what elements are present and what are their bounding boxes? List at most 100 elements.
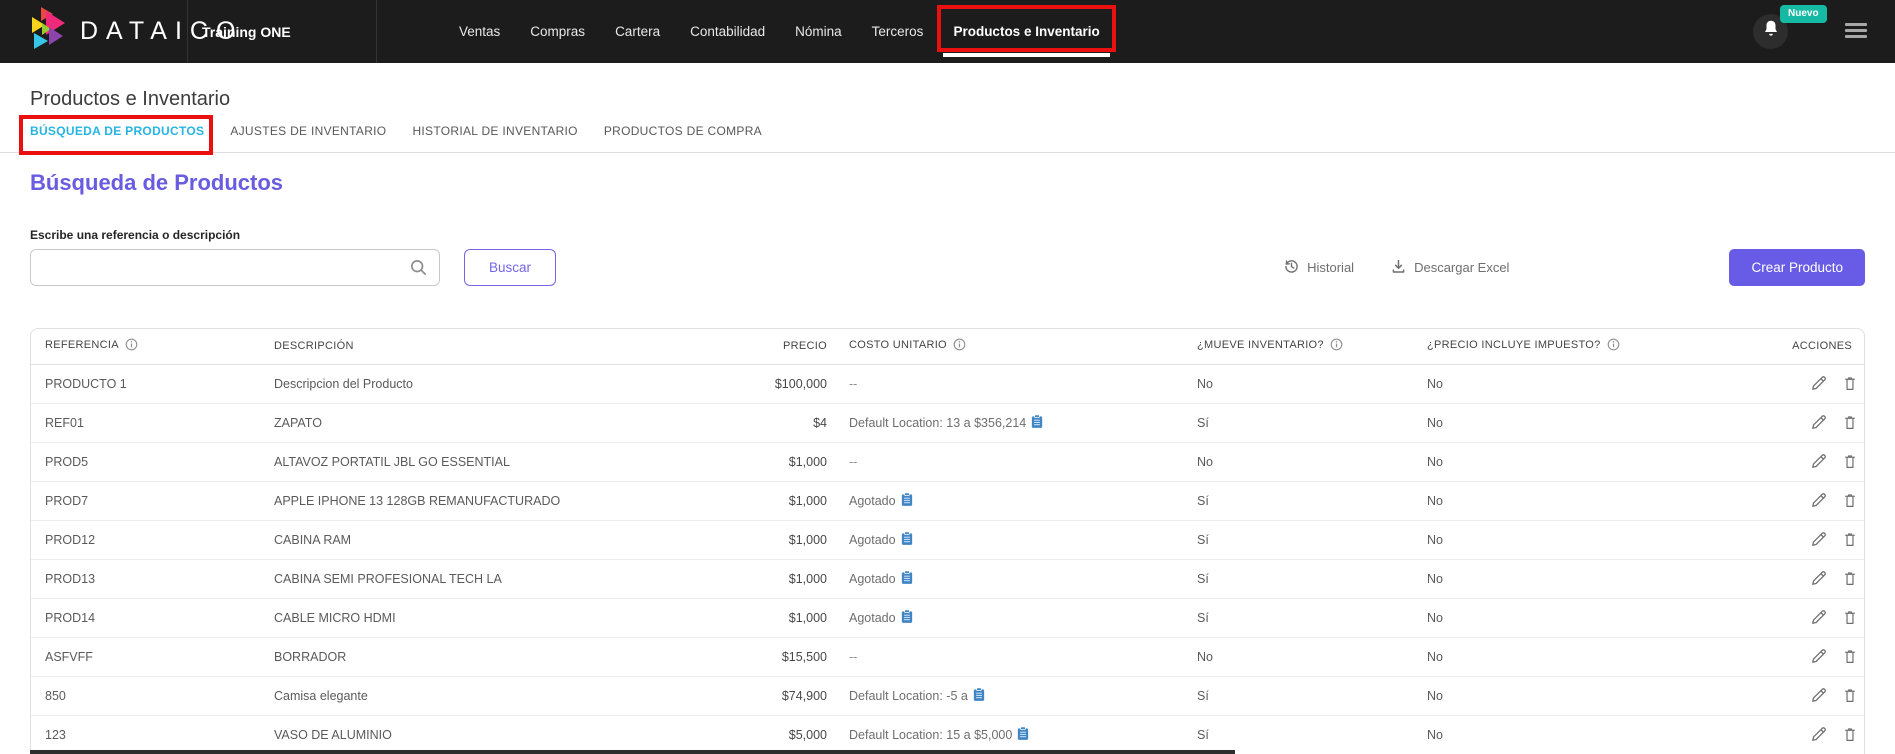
delete-icon[interactable] [1842, 492, 1858, 509]
active-nav-underline [943, 53, 1109, 57]
edit-icon[interactable] [1810, 375, 1827, 392]
cell-precio-incluye-impuesto: No [1421, 403, 1761, 442]
nav-item[interactable]: Compras [530, 20, 585, 43]
delete-icon[interactable] [1842, 453, 1858, 470]
cell-precio: $5,000 [726, 715, 841, 754]
tab-item[interactable]: HISTORIAL DE INVENTARIO [412, 124, 577, 139]
page-title: Productos e Inventario [30, 87, 1865, 111]
crear-producto-button[interactable]: Crear Producto [1729, 249, 1865, 286]
cell-mueve-inventario: No [1191, 442, 1421, 481]
section-heading: Búsqueda de Productos [30, 170, 1865, 196]
cell-descripcion: ALTAVOZ PORTATIL JBL GO ESSENTIAL [266, 442, 726, 481]
inventory-detail-icon[interactable] [1031, 414, 1043, 432]
delete-icon[interactable] [1842, 531, 1858, 548]
cell-costo-unitario: Default Location: -5 a [841, 676, 1191, 715]
nav-item[interactable]: Nómina [795, 20, 842, 43]
inventory-detail-icon[interactable] [901, 570, 913, 588]
tab-item[interactable]: AJUSTES DE INVENTARIO [230, 124, 386, 139]
table-row: ASFVFF BORRADOR $15,500 -- No No [31, 637, 1865, 676]
cell-precio-incluye-impuesto: No [1421, 520, 1761, 559]
nav-item[interactable]: Ventas [459, 20, 500, 43]
edit-icon[interactable] [1810, 531, 1827, 548]
info-icon[interactable] [125, 338, 138, 354]
delete-icon[interactable] [1842, 687, 1858, 704]
cell-descripcion: BORRADOR [266, 637, 726, 676]
buscar-button[interactable]: Buscar [464, 249, 556, 286]
menu-icon[interactable] [1845, 23, 1867, 42]
table-row: PROD12 CABINA RAM $1,000 Agotado Sí No [31, 520, 1865, 559]
inventory-detail-icon[interactable] [901, 492, 913, 510]
cell-referencia: PROD5 [31, 442, 266, 481]
cell-precio-incluye-impuesto: No [1421, 442, 1761, 481]
edit-icon[interactable] [1810, 492, 1827, 509]
nav-item[interactable]: Terceros [872, 20, 924, 43]
table-row: PRODUCTO 1 Descripcion del Producto $100… [31, 364, 1865, 403]
descargar-excel-link[interactable]: Descargar Excel [1390, 258, 1509, 278]
cell-mueve-inventario: Sí [1191, 598, 1421, 637]
search-icon [409, 258, 428, 282]
cell-referencia: PROD13 [31, 559, 266, 598]
nav-item-productos-inventario[interactable]: Productos e Inventario [953, 20, 1099, 43]
search-label: Escribe una referencia o descripción [30, 228, 1865, 242]
org-selector[interactable]: Training ONE [187, 0, 377, 63]
delete-icon[interactable] [1842, 648, 1858, 665]
cell-referencia: 850 [31, 676, 266, 715]
edit-icon[interactable] [1810, 648, 1827, 665]
delete-icon[interactable] [1842, 414, 1858, 431]
inventory-detail-icon[interactable] [1017, 726, 1029, 744]
info-icon[interactable] [1607, 338, 1620, 354]
cell-costo-unitario: Agotado [841, 559, 1191, 598]
tab-item[interactable]: PRODUCTOS DE COMPRA [604, 124, 762, 139]
cell-precio: $1,000 [726, 520, 841, 559]
edit-icon[interactable] [1810, 726, 1827, 743]
delete-icon[interactable] [1842, 570, 1858, 587]
edit-icon[interactable] [1810, 453, 1827, 470]
cell-acciones [1769, 443, 1858, 481]
brand-logo[interactable]: DATAICO [0, 0, 187, 63]
cell-acciones [1769, 521, 1858, 559]
nav-item[interactable]: Contabilidad [690, 20, 765, 43]
search-row: Buscar Historial [30, 249, 1865, 286]
inventory-detail-icon[interactable] [973, 687, 985, 705]
tabs-divider [0, 152, 1895, 153]
cell-costo-unitario: -- [841, 364, 1191, 403]
info-icon[interactable] [1330, 338, 1343, 354]
cell-acciones [1769, 560, 1858, 598]
historial-link[interactable]: Historial [1283, 258, 1354, 278]
cell-referencia: PROD14 [31, 598, 266, 637]
cell-mueve-inventario: Sí [1191, 559, 1421, 598]
cell-mueve-inventario: Sí [1191, 481, 1421, 520]
edit-icon[interactable] [1810, 570, 1827, 587]
cell-costo-unitario: Agotado [841, 520, 1191, 559]
inventory-detail-icon[interactable] [901, 609, 913, 627]
edit-icon[interactable] [1810, 687, 1827, 704]
cell-descripcion: CABINA RAM [266, 520, 726, 559]
cell-costo-unitario: -- [841, 637, 1191, 676]
page-content: Productos e Inventario BÚSQUEDA DE PRODU… [0, 87, 1895, 754]
delete-icon[interactable] [1842, 375, 1858, 392]
cell-costo-unitario: -- [841, 442, 1191, 481]
top-navbar: DATAICO Training ONE Ventas Compras Cart… [0, 0, 1895, 63]
tab-item[interactable]: BÚSQUEDA DE PRODUCTOS [30, 124, 204, 139]
inventory-detail-icon[interactable] [901, 531, 913, 549]
edit-icon[interactable] [1810, 414, 1827, 431]
cell-precio: $1,000 [726, 559, 841, 598]
search-input[interactable] [30, 249, 440, 286]
info-icon[interactable] [953, 338, 966, 354]
cell-acciones [1769, 599, 1858, 637]
edit-icon[interactable] [1810, 609, 1827, 626]
cell-precio: $1,000 [726, 598, 841, 637]
cell-mueve-inventario: No [1191, 364, 1421, 403]
nav-item[interactable]: Cartera [615, 20, 660, 43]
cell-descripcion: APPLE IPHONE 13 128GB REMANUFACTURADO [266, 481, 726, 520]
column-header-acc: ACCIONES [1761, 329, 1865, 364]
cell-precio: $15,500 [726, 637, 841, 676]
cell-precio: $1,000 [726, 481, 841, 520]
cell-descripcion: VASO DE ALUMINIO [266, 715, 726, 754]
delete-icon[interactable] [1842, 726, 1858, 743]
history-icon [1283, 258, 1300, 278]
cell-mueve-inventario: Sí [1191, 520, 1421, 559]
delete-icon[interactable] [1842, 609, 1858, 626]
cell-precio-incluye-impuesto: No [1421, 676, 1761, 715]
table-row: PROD7 APPLE IPHONE 13 128GB REMANUFACTUR… [31, 481, 1865, 520]
